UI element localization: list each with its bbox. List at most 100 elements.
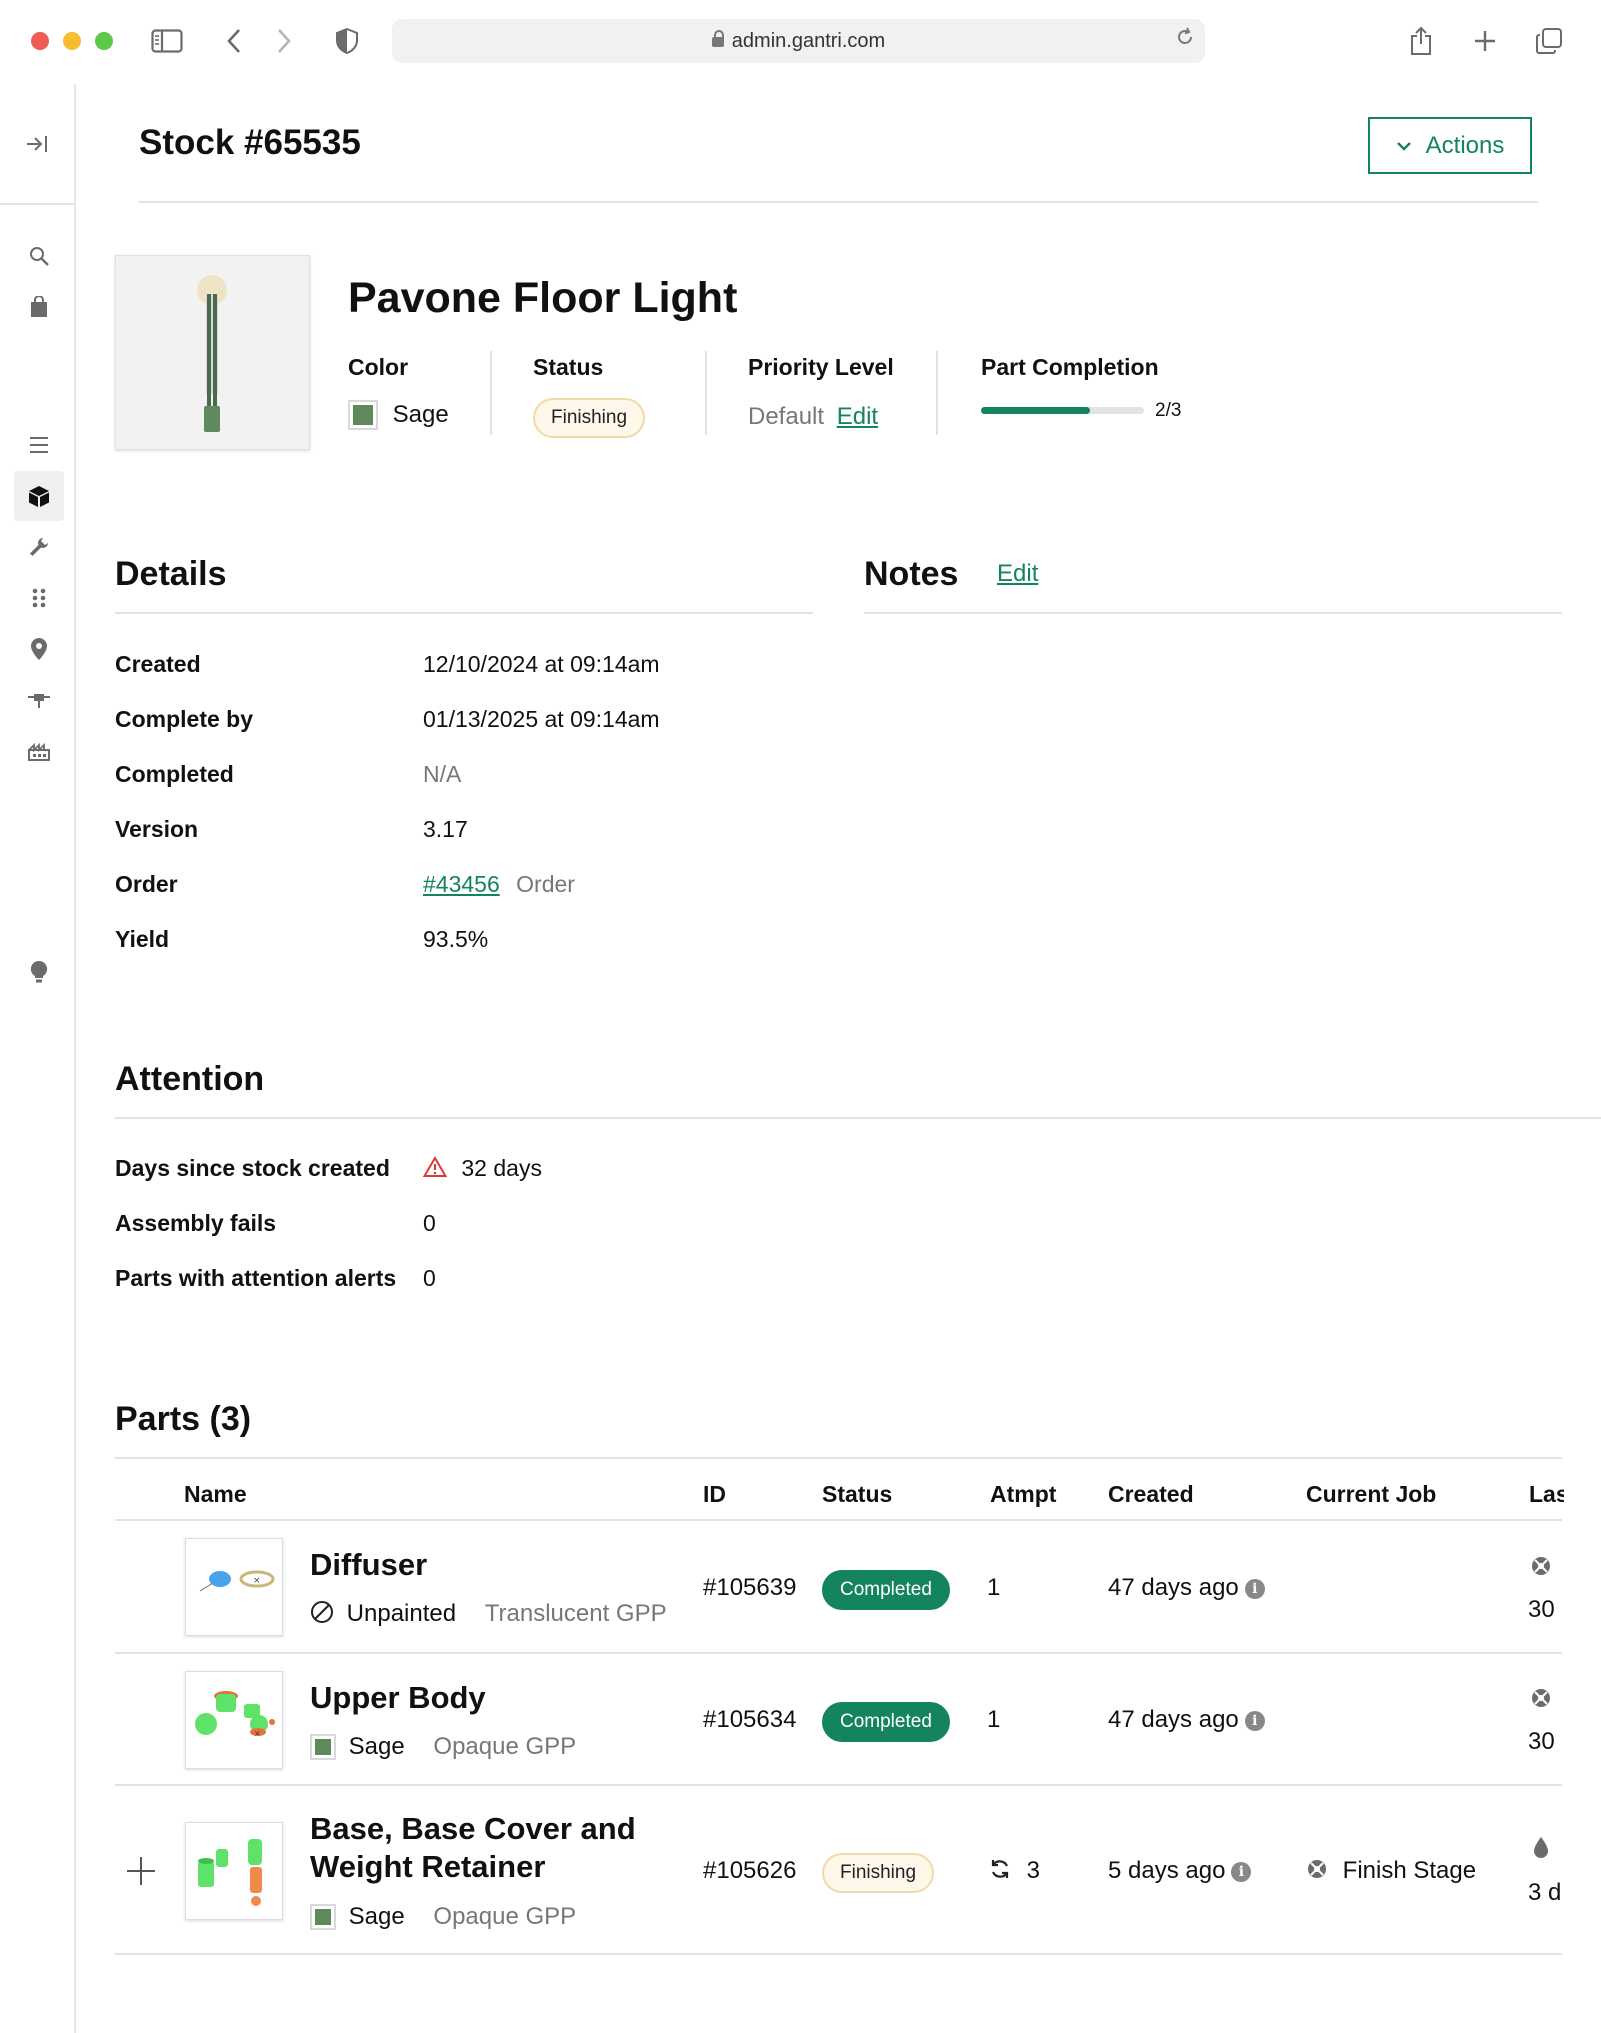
status-badge: Finishing xyxy=(822,1853,935,1893)
info-icon[interactable]: i xyxy=(1244,1710,1265,1731)
forward-icon[interactable] xyxy=(265,22,303,60)
svg-text:×: × xyxy=(253,1576,261,1586)
warning-icon xyxy=(422,1156,448,1184)
zoom-window-button[interactable] xyxy=(95,32,113,50)
part-name[interactable]: Upper Body xyxy=(310,1679,486,1717)
part-status: Completed xyxy=(822,1570,950,1610)
part-created: 47 days ago i xyxy=(1108,1574,1265,1602)
part-image xyxy=(185,1822,283,1920)
divider xyxy=(490,351,492,435)
reload-icon[interactable] xyxy=(1175,27,1195,53)
info-icon[interactable]: i xyxy=(1244,1578,1265,1599)
part-paint: Unpainted xyxy=(346,1600,457,1627)
order-link[interactable]: #43456 xyxy=(423,871,500,897)
privacy-shield-icon[interactable] xyxy=(328,22,366,60)
column-header[interactable]: Name xyxy=(184,1481,247,1508)
color-swatch xyxy=(310,1733,336,1760)
part-finish: Sage Opaque GPP xyxy=(310,1902,576,1931)
minimize-window-button[interactable] xyxy=(63,32,81,50)
column-header[interactable]: Current Job xyxy=(1306,1481,1436,1508)
column-header[interactable]: Las xyxy=(1529,1481,1564,1508)
row-divider xyxy=(115,1652,1562,1654)
priority-edit-link[interactable]: Edit xyxy=(837,403,878,430)
details-label: Created xyxy=(115,651,201,677)
droplet-icon xyxy=(1532,1836,1550,1867)
details-value: 12/10/2024 at 09:14am xyxy=(423,651,660,677)
url-text: admin.gantri.com xyxy=(731,30,886,52)
part-id[interactable]: #105634 xyxy=(703,1706,796,1734)
address-bar[interactable]: admin.gantri.com xyxy=(392,19,1205,63)
attention-label: Days since stock created xyxy=(115,1155,390,1181)
part-name[interactable]: Base, Base Cover and Weight Retainer xyxy=(310,1810,636,1886)
part-id[interactable]: #105626 xyxy=(703,1857,796,1885)
sidebar-toggle-icon[interactable] xyxy=(148,22,186,60)
part-paint: Sage xyxy=(348,1732,405,1760)
priority-value: Default Edit xyxy=(748,403,878,431)
completion-label: Part Completion xyxy=(981,354,1159,380)
status-value: Finishing xyxy=(533,398,646,438)
lightbulb-icon[interactable] xyxy=(14,947,64,997)
created-text: 47 days ago xyxy=(1108,1574,1239,1601)
part-completion-fill xyxy=(981,407,1090,414)
attention-value: 0 xyxy=(423,1210,436,1236)
status-badge: Finishing xyxy=(533,398,646,438)
details-title: Details xyxy=(115,555,227,593)
attention-label: Parts with attention alerts xyxy=(115,1265,397,1291)
product-image xyxy=(115,255,310,450)
column-header[interactable]: Status xyxy=(822,1481,892,1508)
details-label: Version xyxy=(115,816,199,842)
new-tab-icon[interactable] xyxy=(1466,22,1504,60)
details-label: Yield xyxy=(115,926,170,952)
column-header[interactable]: Created xyxy=(1108,1481,1194,1508)
color-value: Sage xyxy=(348,400,449,430)
part-finish: Unpainted Translucent GPP xyxy=(310,1600,667,1631)
part-last: 3 d xyxy=(1528,1879,1562,1906)
divider xyxy=(705,351,707,435)
part-paint: Sage xyxy=(348,1902,405,1930)
box-icon[interactable] xyxy=(14,471,64,521)
days-since-created: 32 days xyxy=(461,1155,542,1181)
expand-row-icon[interactable] xyxy=(126,1856,156,1891)
part-material: Opaque GPP xyxy=(433,1732,577,1760)
menu-icon[interactable] xyxy=(14,420,64,470)
details-value: 93.5% xyxy=(423,926,489,952)
retry-icon xyxy=(988,1857,1012,1888)
details-divider xyxy=(115,612,813,614)
actions-label: Actions xyxy=(1425,131,1505,159)
pin-tool-icon[interactable] xyxy=(14,675,64,725)
close-window-button[interactable] xyxy=(31,32,49,50)
current-job-text: Finish Stage xyxy=(1342,1857,1477,1884)
part-current-job[interactable]: Finish Stage xyxy=(1306,1857,1476,1887)
tab-overview-icon[interactable] xyxy=(1530,22,1568,60)
priority-level: Default xyxy=(748,403,825,430)
location-pin-icon[interactable] xyxy=(14,624,64,674)
details-label: Complete by xyxy=(115,706,254,732)
back-icon[interactable] xyxy=(215,22,253,60)
status-wheel-icon xyxy=(1530,1555,1552,1584)
notes-title: Notes xyxy=(864,555,959,593)
info-icon[interactable]: i xyxy=(1231,1861,1252,1882)
search-icon[interactable] xyxy=(14,231,64,281)
part-id[interactable]: #105639 xyxy=(703,1574,796,1602)
details-value: N/A xyxy=(423,761,462,787)
factory-icon[interactable] xyxy=(14,726,64,776)
bag-icon[interactable] xyxy=(14,282,64,332)
part-attempt: 1 xyxy=(987,1706,1001,1733)
share-icon[interactable] xyxy=(1402,22,1440,60)
attention-title: Attention xyxy=(115,1060,265,1098)
grid-dots-icon[interactable] xyxy=(14,573,64,623)
part-last: 30 xyxy=(1528,1728,1555,1755)
part-name[interactable]: Diffuser xyxy=(310,1546,427,1584)
color-label: Color xyxy=(348,354,409,380)
column-header[interactable]: ID xyxy=(703,1481,726,1508)
actions-button[interactable]: Actions xyxy=(1368,117,1532,174)
part-created: 47 days ago i xyxy=(1108,1706,1265,1734)
status-badge: Completed xyxy=(822,1702,950,1742)
wrench-icon[interactable] xyxy=(14,522,64,572)
part-status: Finishing xyxy=(822,1853,935,1893)
column-header[interactable]: Atmpt xyxy=(990,1481,1056,1508)
part-material: Opaque GPP xyxy=(433,1902,577,1930)
notes-edit-link[interactable]: Edit xyxy=(997,560,1038,588)
collapse-icon[interactable] xyxy=(25,134,49,154)
status-label: Status xyxy=(533,354,604,380)
